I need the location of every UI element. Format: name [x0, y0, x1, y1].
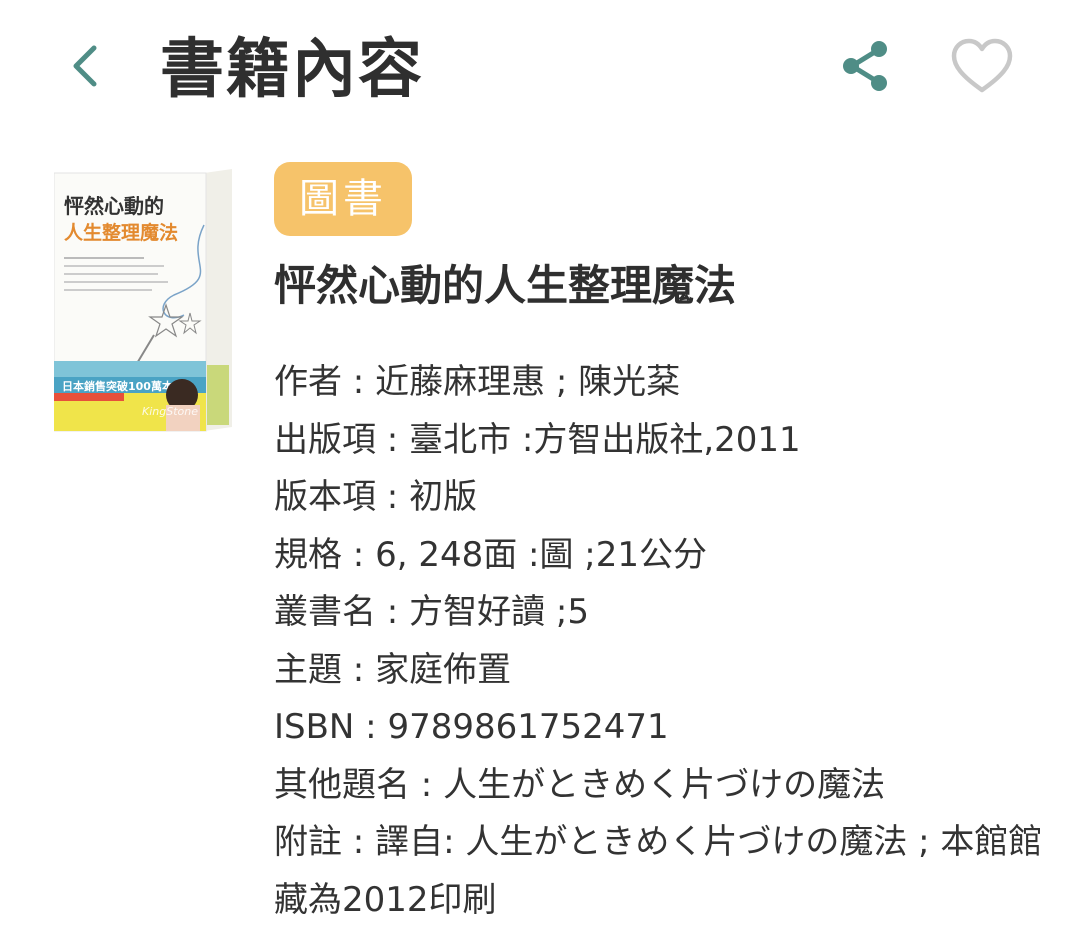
- notes-label: 附註: [274, 822, 342, 862]
- material-type-badge: 圖書: [274, 162, 412, 236]
- publication-value: 臺北市 :方智出版社,2011: [409, 419, 801, 460]
- subject-label: 主題: [274, 649, 342, 690]
- app-header: 書籍內容: [0, 0, 1080, 140]
- edition-row: 版本項 : 初版: [274, 477, 478, 517]
- notes-row: 附註 : 譯自: 人生がときめく片づけの魔法 ; 本館館藏為2012印刷: [274, 822, 1043, 920]
- isbn-row: ISBN : 9789861752471: [274, 707, 669, 747]
- author-row: 作者 : 近藤麻理惠 ; 陳光棻: [274, 362, 681, 402]
- subject-row: 主題 : 家庭佈置: [274, 649, 512, 690]
- book-metadata: 作者 : 近藤麻理惠 ; 陳光棻 出版項 : 臺北市 :方智出版社,2011 版…: [274, 354, 1064, 929]
- series-label: 叢書名: [274, 592, 376, 632]
- publication-row: 出版項 : 臺北市 :方智出版社,2011: [274, 419, 801, 460]
- publication-label: 出版項: [274, 419, 376, 460]
- notes-value: 譯自: 人生がときめく片づけの魔法 ; 本館館藏為2012印刷: [274, 822, 1043, 920]
- isbn-value: 9789861752471: [387, 707, 669, 747]
- book-title: 怦然心動的人生整理魔法: [274, 261, 737, 310]
- author-label: 作者: [274, 362, 342, 402]
- cover-title-line2: 人生整理魔法: [64, 221, 178, 244]
- favorite-button[interactable]: [948, 36, 1016, 96]
- cover-title-line1: 怦然心動的: [64, 194, 164, 218]
- author-value: 近藤麻理惠 ; 陳光棻: [375, 362, 681, 402]
- page-title: 書籍內容: [160, 33, 424, 107]
- other-title-row: 其他題名 : 人生がときめく片づけの魔法: [274, 764, 886, 805]
- share-icon: [843, 41, 887, 91]
- chevron-left-icon: [73, 45, 97, 87]
- physical-description-value: 6, 248面 :圖 ;21公分: [375, 534, 708, 575]
- physical-description-label: 規格: [274, 534, 342, 575]
- isbn-label: ISBN: [274, 707, 355, 747]
- other-title-value: 人生がときめく片づけの魔法: [443, 764, 886, 805]
- edition-value: 初版: [409, 477, 478, 517]
- cover-watermark: KingStone: [142, 405, 198, 418]
- heart-icon: [951, 38, 1013, 93]
- book-cover-image: 怦然心動的 人生整理魔法 日本銷售突破100萬本！ KingStone: [53, 165, 232, 435]
- series-value: 方智好讀 ;5: [409, 592, 589, 632]
- series-row: 叢書名 : 方智好讀 ;5: [274, 592, 589, 632]
- physical-description-row: 規格 : 6, 248面 :圖 ;21公分: [274, 534, 708, 575]
- subject-value: 家庭佈置: [375, 649, 512, 690]
- share-button[interactable]: [836, 36, 896, 96]
- cover-banner: 日本銷售突破100萬本！: [62, 379, 184, 393]
- other-title-label: 其他題名: [274, 764, 410, 805]
- edition-label: 版本項: [274, 477, 376, 517]
- back-button[interactable]: [60, 34, 116, 98]
